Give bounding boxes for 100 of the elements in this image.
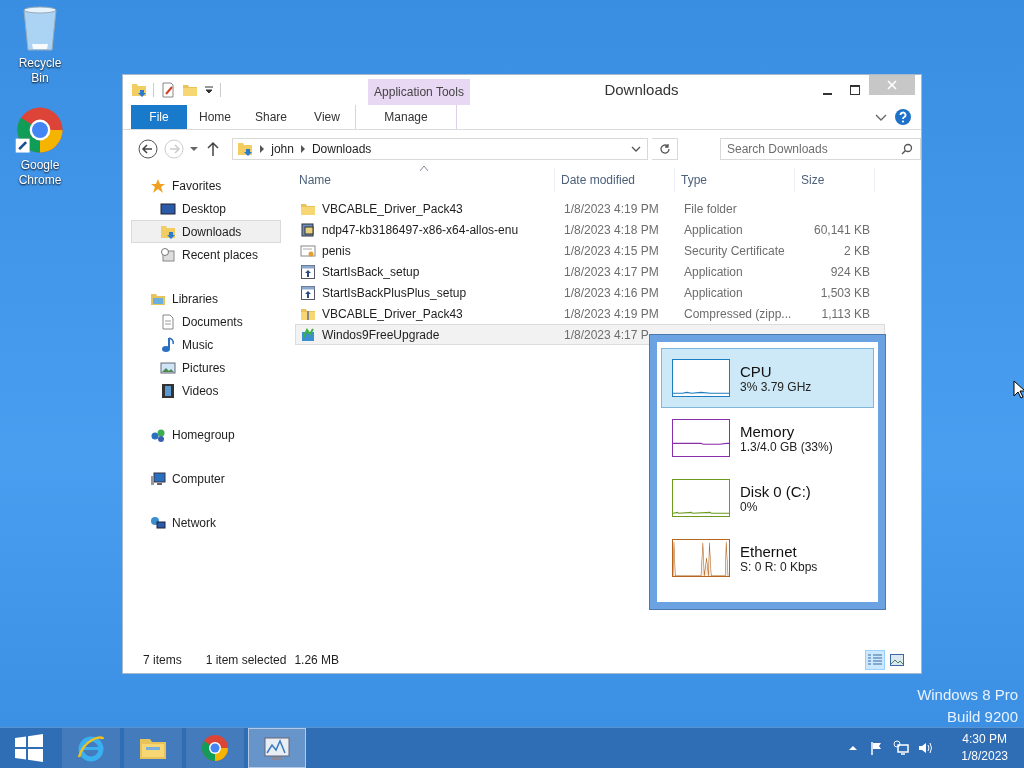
- breadcrumb-arrow-icon[interactable]: [299, 145, 306, 153]
- nav-item[interactable]: Documents: [131, 310, 281, 333]
- back-button[interactable]: [137, 138, 159, 160]
- resource-name: Ethernet: [740, 542, 798, 560]
- setup-icon: [300, 284, 316, 301]
- ribbon-tab[interactable]: View: [299, 105, 355, 129]
- size-cell-text: 1,503 KB: [819, 285, 871, 300]
- music-note-icon: [160, 336, 176, 353]
- mouse-pointer-icon: [1013, 380, 1024, 399]
- setup-icon: [300, 263, 316, 280]
- file-row[interactable]: VBCABLE_Driver_Pack43 1/8/2023 4:19 PM File folder: [295, 198, 885, 219]
- picture-icon: [160, 359, 176, 376]
- date-cell-text: 1/8/2023 4:15 PM: [563, 243, 660, 258]
- nav-item[interactable]: Favorites: [131, 174, 281, 197]
- document-icon: [160, 313, 176, 330]
- address-bar[interactable]: john Downloads: [232, 138, 649, 160]
- properties-icon[interactable]: [160, 82, 176, 98]
- type-cell-text: File folder: [683, 201, 738, 216]
- column-header[interactable]: Name: [293, 168, 555, 192]
- installer-icon: [300, 221, 316, 238]
- minimize-icon: [822, 92, 832, 95]
- file-name: Windos9FreeUpgrade: [322, 327, 440, 342]
- file-row[interactable]: StartIsBackPlusPlus_setup 1/8/2023 4:16 PM Application 1,503 KB: [295, 282, 885, 303]
- context-tab-header: Application Tools: [368, 79, 470, 105]
- file-row[interactable]: penis 1/8/2023 4:15 PM Security Certificate 2 KB: [295, 240, 885, 261]
- nav-item[interactable]: Music: [131, 333, 281, 356]
- selection-count: 1 item selected: [205, 653, 287, 667]
- refresh-icon: [658, 143, 671, 155]
- file-row[interactable]: StartIsBack_setup 1/8/2023 4:17 PM Application 924 KB: [295, 261, 885, 282]
- speaker-icon[interactable]: [917, 740, 934, 756]
- nav-item[interactable]: Pictures: [131, 356, 281, 379]
- clock[interactable]: 4:30 PM 1/8/2023: [961, 731, 1008, 765]
- recycle-bin-icon[interactable]: [20, 4, 60, 54]
- nav-item[interactable]: Homegroup: [131, 423, 281, 446]
- up-arrow-icon: [206, 141, 221, 157]
- nav-item[interactable]: Desktop: [131, 197, 281, 220]
- taskbar-button[interactable]: [186, 728, 244, 768]
- nav-item[interactable]: Videos: [131, 379, 281, 402]
- nav-item[interactable]: Computer: [131, 467, 281, 490]
- recent-locations-caret-icon[interactable]: [188, 144, 199, 154]
- recent-places-icon: [160, 246, 176, 263]
- resource-name: Memory: [740, 422, 796, 440]
- search-icon[interactable]: [901, 143, 913, 155]
- size-cell-text: 1,113 KB: [820, 306, 871, 321]
- date-cell-text: 1/8/2023 4:17 PM: [563, 264, 660, 279]
- ribbon-tab[interactable]: Home: [187, 105, 243, 129]
- ribbon-tab[interactable]: Manage: [355, 105, 457, 129]
- nav-item[interactable]: Downloads: [131, 220, 281, 243]
- performance-item[interactable]: Memory 1.3/4.0 GB (33%): [661, 408, 874, 468]
- nav-item[interactable]: Libraries: [131, 287, 281, 310]
- star-icon: [150, 177, 166, 194]
- performance-item[interactable]: Ethernet S: 0 R: 0 Kbps: [661, 528, 874, 588]
- taskbar-button[interactable]: [248, 728, 306, 768]
- chevron-down-icon[interactable]: [875, 112, 887, 122]
- chrome-logo-icon: [200, 733, 230, 763]
- windows-logo-icon: [14, 733, 44, 763]
- column-header[interactable]: Date modified: [555, 168, 675, 192]
- network-monitor-icon[interactable]: [893, 740, 910, 756]
- performance-item[interactable]: Disk 0 (C:) 0%: [661, 468, 874, 528]
- file-name: VBCABLE_Driver_Pack43: [322, 201, 463, 216]
- close-icon: [887, 80, 897, 90]
- nav-item[interactable]: Recent places: [131, 243, 281, 266]
- chevron-down-icon[interactable]: [631, 145, 642, 153]
- breadcrumb-arrow-icon[interactable]: [259, 145, 266, 153]
- performance-item[interactable]: CPU 3% 3.79 GHz: [661, 348, 874, 408]
- nav-item[interactable]: Network: [131, 511, 281, 534]
- file-name: ndp47-kb3186497-x86-x64-allos-enu: [322, 222, 519, 237]
- file-row[interactable]: VBCABLE_Driver_Pack43 1/8/2023 4:19 PM Compressed (zipp... 1,113 KB: [295, 303, 885, 324]
- file-name: VBCABLE_Driver_Pack43: [322, 306, 463, 321]
- breadcrumb[interactable]: Downloads: [311, 142, 372, 156]
- column-header[interactable]: Size: [795, 168, 875, 192]
- column-header[interactable]: Type: [675, 168, 795, 192]
- computer-icon: [150, 470, 166, 487]
- help-icon[interactable]: [895, 109, 911, 125]
- resource-name: Disk 0 (C:): [740, 482, 811, 500]
- date-cell-text: 1/8/2023 4:16 PM: [563, 285, 660, 300]
- file-name: StartIsBack_setup: [322, 264, 420, 279]
- file-name: StartIsBackPlusPlus_setup: [322, 285, 467, 300]
- resource-reading: 3% 3.79 GHz: [740, 379, 812, 394]
- resource-reading: S: 0 R: 0 Kbps: [740, 559, 818, 574]
- maximize-icon: [850, 85, 860, 95]
- downloads-folder-icon[interactable]: [131, 82, 147, 98]
- date-cell-text: 1/8/2023 4:19 PM: [563, 201, 660, 216]
- search-field[interactable]: Search Downloads: [720, 138, 921, 160]
- refresh-button[interactable]: [652, 138, 678, 160]
- ribbon-tab[interactable]: Share: [243, 105, 299, 129]
- taskbar-button[interactable]: [124, 728, 182, 768]
- breadcrumb[interactable]: john: [271, 142, 294, 156]
- type-cell-text: Security Certificate: [683, 243, 786, 258]
- date-cell-text: 1/8/2023 4:18 PM: [563, 222, 660, 237]
- size-cell-text: 924 KB: [829, 264, 871, 279]
- item-count: 7 items: [143, 653, 182, 667]
- date-cell-text: 1/8/2023 4:17 P: [563, 327, 650, 342]
- ribbon-tab[interactable]: File: [131, 105, 187, 129]
- certificate-icon: [300, 242, 316, 259]
- dropdown-caret-icon[interactable]: [204, 85, 214, 95]
- file-row[interactable]: ndp47-kb3186497-x86-x64-allos-enu 1/8/2023 4:18 PM Application 60,141 KB: [295, 219, 885, 240]
- type-cell-text: Application: [683, 264, 744, 279]
- file-name: penis: [322, 243, 351, 258]
- desktop-icon: [160, 200, 176, 217]
